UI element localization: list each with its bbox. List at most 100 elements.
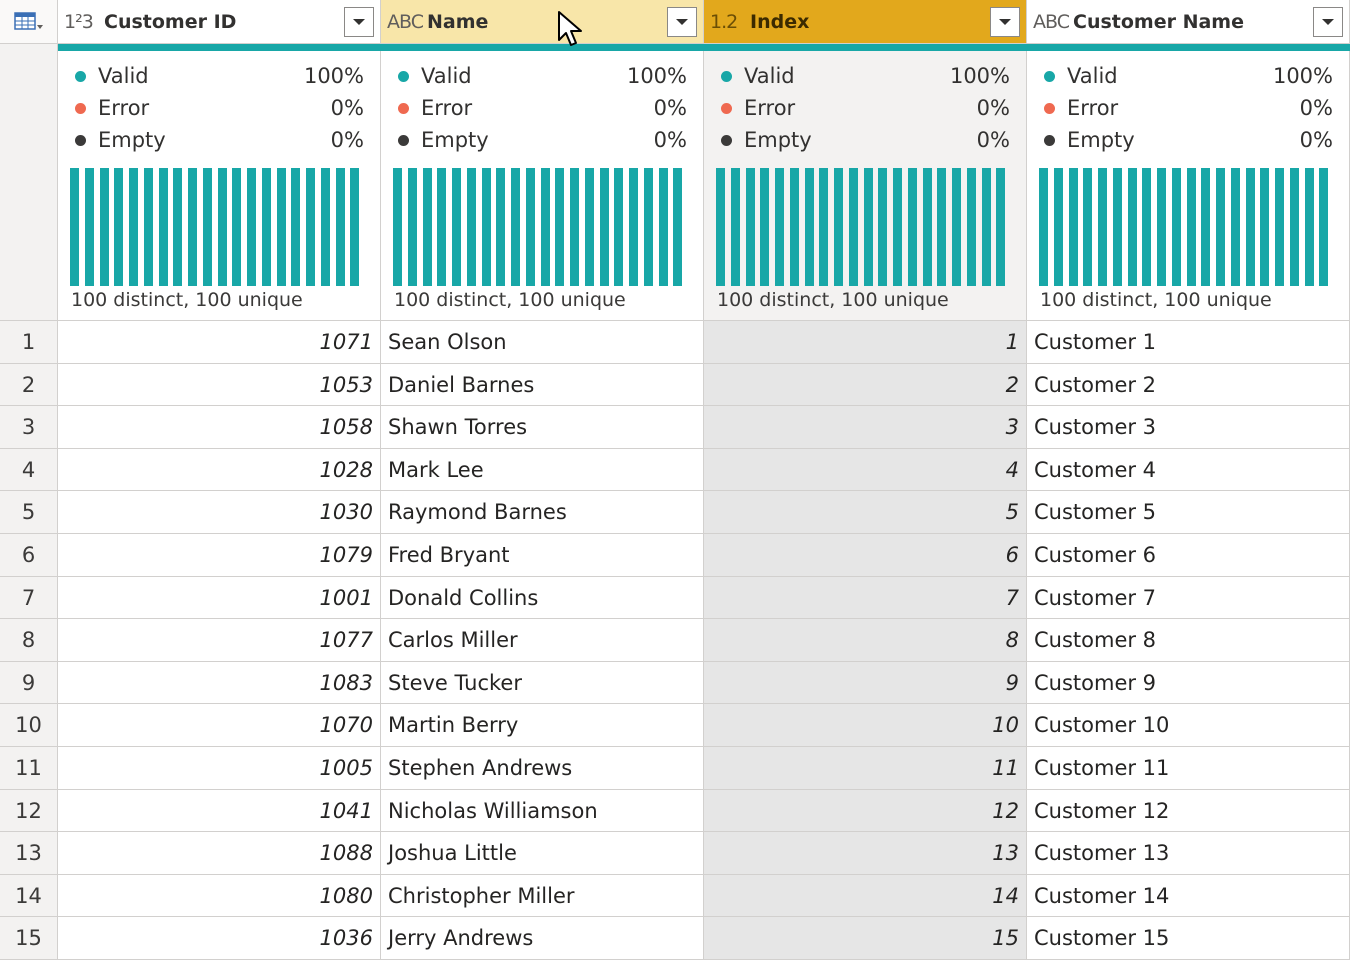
status-dot-empty-icon xyxy=(1044,135,1055,146)
distribution-bar xyxy=(452,168,462,286)
profile-row-header xyxy=(0,44,58,321)
table-cell-customer-id[interactable]: 1088 xyxy=(58,832,381,875)
status-dot-valid-icon xyxy=(75,71,86,82)
table-cell-customer-id[interactable]: 1036 xyxy=(58,917,381,960)
table-cell-customer-id[interactable]: 1028 xyxy=(58,448,381,492)
table-cell-index[interactable]: 2 xyxy=(704,363,1027,407)
table-cell-customer-name[interactable]: Customer 12 xyxy=(1027,789,1350,833)
row-number[interactable]: 7 xyxy=(0,576,58,620)
column-filter-button[interactable] xyxy=(344,6,374,37)
table-cell-customer-name[interactable]: Customer 4 xyxy=(1027,448,1350,492)
table-cell-customer-name[interactable]: Customer 13 xyxy=(1027,832,1350,875)
column-header-index[interactable]: 1.2 Index xyxy=(704,0,1027,44)
stat-percent: 100% xyxy=(1272,64,1333,88)
table-cell-index[interactable]: 11 xyxy=(704,747,1027,790)
table-cell-customer-id[interactable]: 1005 xyxy=(58,747,381,790)
table-cell-customer-name[interactable]: Customer 9 xyxy=(1027,661,1350,705)
table-cell-customer-name[interactable]: Customer 11 xyxy=(1027,747,1350,790)
table-cell-name[interactable]: Shawn Torres xyxy=(381,406,704,449)
distribution-bar xyxy=(614,168,624,286)
table-cell-customer-id[interactable]: 1053 xyxy=(58,363,381,407)
stat-label: Valid xyxy=(744,64,795,88)
table-cell-name[interactable]: Donald Collins xyxy=(381,576,704,620)
column-filter-button[interactable] xyxy=(1313,6,1343,37)
table-cell-customer-name[interactable]: Customer 10 xyxy=(1027,704,1350,747)
table-cell-name[interactable]: Stephen Andrews xyxy=(381,747,704,790)
stat-percent: 0% xyxy=(653,96,687,120)
table-cell-customer-name[interactable]: Customer 5 xyxy=(1027,491,1350,534)
table-cell-name[interactable]: Steve Tucker xyxy=(381,661,704,705)
table-cell-index[interactable]: 8 xyxy=(704,619,1027,662)
row-number[interactable]: 12 xyxy=(0,789,58,833)
stat-label: Valid xyxy=(1067,64,1118,88)
table-cell-name[interactable]: Christopher Miller xyxy=(381,874,704,918)
table-menu-button[interactable] xyxy=(0,0,58,44)
table-cell-customer-name[interactable]: Customer 1 xyxy=(1027,321,1350,364)
column-header-customer-id[interactable]: 1²3 Customer ID xyxy=(58,0,381,44)
table-cell-index[interactable]: 14 xyxy=(704,874,1027,918)
column-header-customer-name[interactable]: ABC Customer Name xyxy=(1027,0,1350,44)
table-cell-index[interactable]: 5 xyxy=(704,491,1027,534)
row-number[interactable]: 6 xyxy=(0,534,58,577)
table-cell-name[interactable]: Sean Olson xyxy=(381,321,704,364)
row-number[interactable]: 8 xyxy=(0,619,58,662)
table-cell-customer-name[interactable]: Customer 8 xyxy=(1027,619,1350,662)
row-number[interactable]: 9 xyxy=(0,661,58,705)
column-filter-button[interactable] xyxy=(667,6,697,37)
row-number[interactable]: 13 xyxy=(0,832,58,875)
table-cell-name[interactable]: Daniel Barnes xyxy=(381,363,704,407)
row-number[interactable]: 3 xyxy=(0,406,58,449)
row-number[interactable]: 14 xyxy=(0,874,58,918)
table-cell-name[interactable]: Nicholas Williamson xyxy=(381,789,704,833)
row-number[interactable]: 10 xyxy=(0,704,58,747)
table-cell-name[interactable]: Joshua Little xyxy=(381,832,704,875)
table-cell-customer-name[interactable]: Customer 3 xyxy=(1027,406,1350,449)
table-cell-index[interactable]: 9 xyxy=(704,661,1027,705)
table-cell-index[interactable]: 13 xyxy=(704,832,1027,875)
table-cell-customer-id[interactable]: 1070 xyxy=(58,704,381,747)
table-cell-name[interactable]: Carlos Miller xyxy=(381,619,704,662)
table-cell-index[interactable]: 4 xyxy=(704,448,1027,492)
table-cell-customer-name[interactable]: Customer 6 xyxy=(1027,534,1350,577)
stat-valid: Valid 100% xyxy=(718,61,1010,91)
row-number[interactable]: 2 xyxy=(0,363,58,407)
stat-percent: 100% xyxy=(949,64,1010,88)
table-cell-index[interactable]: 10 xyxy=(704,704,1027,747)
table-cell-customer-id[interactable]: 1030 xyxy=(58,491,381,534)
table-cell-customer-name[interactable]: Customer 14 xyxy=(1027,874,1350,918)
distribution-bar xyxy=(540,168,550,286)
distribution-bar xyxy=(1216,168,1226,286)
row-number[interactable]: 5 xyxy=(0,491,58,534)
table-cell-customer-id[interactable]: 1001 xyxy=(58,576,381,620)
table-cell-customer-name[interactable]: Customer 2 xyxy=(1027,363,1350,407)
table-cell-customer-id[interactable]: 1071 xyxy=(58,321,381,364)
table-cell-index[interactable]: 12 xyxy=(704,789,1027,833)
table-cell-customer-name[interactable]: Customer 7 xyxy=(1027,576,1350,620)
table-cell-name[interactable]: Martin Berry xyxy=(381,704,704,747)
row-number[interactable]: 11 xyxy=(0,747,58,790)
table-cell-index[interactable]: 3 xyxy=(704,406,1027,449)
distribution-bar xyxy=(247,168,257,286)
table-cell-name[interactable]: Mark Lee xyxy=(381,448,704,492)
table-cell-customer-id[interactable]: 1077 xyxy=(58,619,381,662)
table-cell-name[interactable]: Jerry Andrews xyxy=(381,917,704,960)
table-cell-customer-id[interactable]: 1080 xyxy=(58,874,381,918)
row-number[interactable]: 1 xyxy=(0,321,58,364)
table-cell-customer-id[interactable]: 1058 xyxy=(58,406,381,449)
table-cell-index[interactable]: 1 xyxy=(704,321,1027,364)
table-cell-customer-id[interactable]: 1041 xyxy=(58,789,381,833)
column-header-name[interactable]: ABC Name xyxy=(381,0,704,44)
table-cell-customer-id[interactable]: 1079 xyxy=(58,534,381,577)
table-cell-index[interactable]: 15 xyxy=(704,917,1027,960)
table-cell-name[interactable]: Fred Bryant xyxy=(381,534,704,577)
row-number[interactable]: 15 xyxy=(0,917,58,960)
row-number[interactable]: 4 xyxy=(0,448,58,492)
table-cell-customer-name[interactable]: Customer 15 xyxy=(1027,917,1350,960)
column-quality-bar xyxy=(704,44,1027,51)
table-cell-index[interactable]: 7 xyxy=(704,576,1027,620)
column-filter-button[interactable] xyxy=(990,6,1020,37)
distribution-bar xyxy=(981,168,991,286)
table-cell-customer-id[interactable]: 1083 xyxy=(58,661,381,705)
table-cell-name[interactable]: Raymond Barnes xyxy=(381,491,704,534)
table-cell-index[interactable]: 6 xyxy=(704,534,1027,577)
